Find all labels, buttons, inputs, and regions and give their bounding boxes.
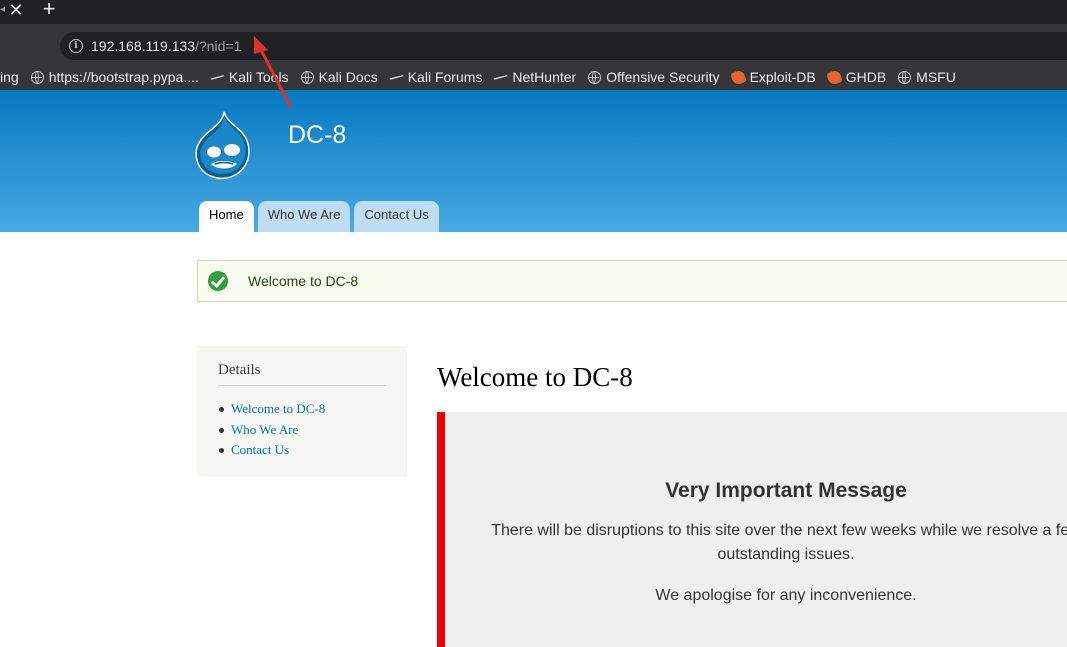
bookmark-label: https://bootstrap.pypa.... xyxy=(48,69,199,85)
site-info-icon[interactable]: i xyxy=(69,39,83,53)
address-bar[interactable]: i 192.168.119.133/?nid=1 xyxy=(60,32,1067,60)
bookmark-label: Kali Forums xyxy=(407,69,483,85)
kali-dragon-icon: ⟋ xyxy=(492,68,509,86)
bookmark-label: Kali Docs xyxy=(318,69,378,85)
bookmark-item[interactable]: MSFU xyxy=(898,69,956,85)
tab-home[interactable]: Home xyxy=(199,201,254,232)
important-message-box: Very Important Message There will be dis… xyxy=(437,412,1067,647)
sidebar-title: Details xyxy=(218,362,386,386)
globe-icon xyxy=(588,70,602,84)
sidebar-link-welcome[interactable]: Welcome to DC-8 xyxy=(218,399,325,420)
sidebar-details-block: Details Welcome to DC-8 Who We Are Conta… xyxy=(197,346,407,477)
globe-icon xyxy=(898,70,912,84)
checkmark-icon xyxy=(208,271,228,291)
site-name[interactable]: DC-8 xyxy=(288,121,346,150)
message-paragraph: There will be disruptions to this site o… xyxy=(491,522,1067,563)
sidebar-menu: Welcome to DC-8 Who We Are Contact Us xyxy=(218,399,325,461)
bookmarks-bar: ing https://bootstrap.pypa.... ⟋ Kali Too… xyxy=(0,64,1067,90)
globe-icon xyxy=(30,70,44,84)
site-header: DC-8 Home Who We Are Contact Us xyxy=(0,90,1067,232)
bookmark-item[interactable]: ⟋ NetHunter xyxy=(492,68,577,86)
kali-dragon-icon: ⟋ xyxy=(209,68,226,86)
close-tab-icon[interactable]: ✕ xyxy=(8,0,24,20)
sidebar-link-contact-us[interactable]: Contact Us xyxy=(218,440,325,461)
primary-tabs: Home Who We Are Contact Us xyxy=(199,201,443,232)
exploit-db-icon xyxy=(729,68,747,86)
tab-who-we-are[interactable]: Who We Are xyxy=(257,201,351,232)
browser-toolbar: i 192.168.119.133/?nid=1 xyxy=(0,24,1067,64)
bookmark-item[interactable]: GHDB xyxy=(825,68,887,86)
bookmark-item[interactable]: ⟋ Kali Forums xyxy=(388,68,483,86)
bookmark-label: ing xyxy=(0,69,19,85)
bookmark-item[interactable]: ing xyxy=(0,69,19,85)
globe-icon xyxy=(300,70,314,84)
new-tab-button[interactable]: + xyxy=(38,0,60,20)
exploit-db-icon xyxy=(825,68,843,86)
url-host: 192.168.119.133 xyxy=(91,38,196,54)
message-paragraph: We apologise for any inconvenience. xyxy=(655,587,917,604)
tab-scroll-icon[interactable]: ◂ xyxy=(0,2,5,18)
address-url[interactable]: 192.168.119.133/?nid=1 xyxy=(91,38,241,54)
bookmark-label: NetHunter xyxy=(512,69,577,85)
annotation-arrow-icon xyxy=(254,36,292,108)
browser-tab-strip: ◂ ✕ + xyxy=(0,0,1067,24)
page-title: Welcome to DC-8 xyxy=(437,362,633,392)
status-message-text: Welcome to DC-8 xyxy=(248,273,359,289)
url-path: /?nid=1 xyxy=(195,38,242,54)
bookmark-item[interactable]: https://bootstrap.pypa.... xyxy=(30,69,199,85)
tab-contact-us[interactable]: Contact Us xyxy=(354,201,439,232)
bookmark-label: GHDB xyxy=(845,69,887,85)
bookmark-item[interactable]: Offensive Security xyxy=(588,69,720,85)
bookmark-label: MSFU xyxy=(916,69,956,85)
status-message: Welcome to DC-8 xyxy=(197,260,1067,302)
kali-dragon-icon: ⟋ xyxy=(388,68,405,86)
bookmark-label: Exploit-DB xyxy=(749,69,816,85)
sidebar-link-who-we-are[interactable]: Who We Are xyxy=(218,420,325,441)
bookmark-item[interactable]: Kali Docs xyxy=(300,69,378,85)
bookmark-item[interactable]: Exploit-DB xyxy=(729,68,816,86)
message-heading: Very Important Message xyxy=(665,479,907,502)
bookmark-label: Offensive Security xyxy=(606,69,720,85)
drupal-logo-icon[interactable] xyxy=(193,110,255,180)
